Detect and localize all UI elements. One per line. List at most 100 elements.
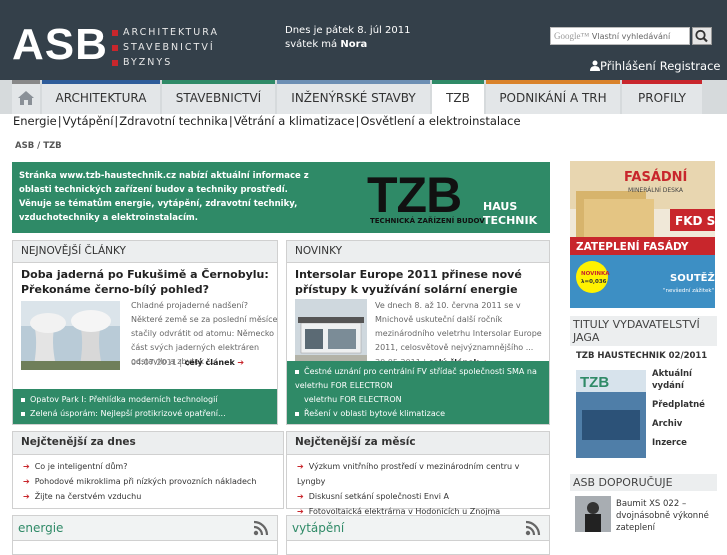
journal-link[interactable]: Inzerce	[652, 437, 716, 449]
tab-architektura[interactable]: ARCHITEKTURA	[42, 80, 160, 114]
svg-text:"nevšední zážitek": "nevšední zážitek"	[663, 287, 714, 294]
tab-stavebnictvi[interactable]: STAVEBNICTVÍ	[162, 80, 275, 114]
most-read-month: Nejčtenější za měsíc ➔ Výzkum vnitřního p…	[286, 431, 550, 516]
account-links: Přihlášení Registrace	[590, 59, 724, 73]
svg-text:HAUS: HAUS	[483, 200, 517, 213]
news-link-continuation: veletrhu FOR ELECTRON	[304, 395, 402, 404]
news-link[interactable]: veletrhu FOR ELECTRON	[287, 393, 549, 407]
site-logo[interactable]: ASB	[12, 20, 108, 70]
recommend-item[interactable]: Baumit XS 022 – dvojnásobně výkonné zate…	[570, 496, 717, 536]
energy-heading[interactable]: energie	[13, 516, 277, 541]
home-icon	[18, 91, 34, 105]
tab-podnikani-a-trh[interactable]: PODNIKÁNÍ A TRH	[486, 80, 620, 114]
journal-link[interactable]: Aktuální vydání	[652, 368, 716, 392]
tab-inzenyrske-stavby[interactable]: INŽENÝRSKÉ STAVBY	[277, 80, 430, 114]
news-article-excerpt: Ve dnech 8. až 10. června 2011 se v Mnic…	[375, 301, 542, 352]
news-article-title[interactable]: Intersolar Europe 2011 přinese nové přís…	[295, 267, 545, 297]
sub-nav: Energie|Vytápění|Zdravotní technika|Větr…	[0, 114, 727, 130]
today-item[interactable]: ➔ Pohodové mikroklima při nízkých provozn…	[13, 474, 283, 489]
svg-text:λ=0,036: λ=0,036	[581, 279, 607, 285]
today-item[interactable]: ➔ Co je inteligentní dům?	[13, 459, 283, 474]
journal-links: Aktuální vydání Předplatné Archiv Inzerc…	[652, 368, 716, 449]
svg-text:MINERÁLNÍ DESKA: MINERÁLNÍ DESKA	[628, 187, 684, 194]
search-placeholder: Vlastní vyhledávání	[591, 32, 671, 41]
latest-link[interactable]: Zelená úsporám: Nejlepší protikrizové op…	[13, 407, 277, 421]
month-list: ➔ Výzkum vnitřního prostředí v mezinárodn…	[287, 455, 549, 519]
month-heading: Nejčtenější za měsíc	[287, 432, 549, 455]
latest-link[interactable]: Opatov Park I: Přehlídka moderních techn…	[13, 393, 277, 407]
latest-article-meta: 04.07.2011 | celý článek ➔	[131, 358, 245, 367]
search-input[interactable]: Google™ Vlastní vyhledávání	[550, 27, 690, 45]
month-item[interactable]: ➔ Výzkum vnitřního prostředí v mezinárodn…	[287, 459, 549, 489]
site-tagline: ARCHITEKTURA STAVEBNICTVÍ BYZNYS	[112, 25, 219, 70]
svg-text:FKD S: FKD S	[675, 214, 715, 228]
latest-articles: NEJNOVĚJŠÍ ČLÁNKY Doba jaderná po Fukuši…	[12, 240, 278, 425]
news-heading: NOVINKY	[287, 241, 549, 263]
journal-block: TZB Aktuální vydání Předplatné Archiv In…	[570, 362, 717, 458]
recommend-thumb[interactable]	[575, 496, 611, 532]
journal-link[interactable]: Archiv	[652, 418, 716, 430]
tab-profily[interactable]: PROFILY	[622, 80, 702, 114]
svg-text:NOVINKA: NOVINKA	[581, 271, 610, 277]
main-nav: ARCHITEKTURA STAVEBNICTVÍ INŽENÝRSKÉ STA…	[0, 80, 727, 118]
heating-heading[interactable]: vytápění	[287, 516, 549, 541]
site-header: ASB ARCHITEKTURA STAVEBNICTVÍ BYZNYS Dne…	[0, 0, 727, 80]
subnav-vetrani[interactable]: Větrání a klimatizace	[234, 114, 355, 128]
svg-text:SOUTĚŽ: SOUTĚŽ	[670, 271, 715, 284]
subnav-osvetleni[interactable]: Osvětlení a elektroinstalace	[360, 114, 520, 128]
subnav-zdravotni-technika[interactable]: Zdravotní technika	[119, 114, 228, 128]
most-read-today: Nejčtenější za dnes ➔ Co je inteligentní …	[12, 431, 284, 509]
nameday-line: svátek má Nora	[285, 39, 368, 50]
journal-issue[interactable]: TZB HAUSTECHNIK 02/2011	[576, 350, 717, 362]
svg-text:TECHNIK: TECHNIK	[483, 214, 538, 227]
tab-tzb[interactable]: TZB	[432, 80, 484, 118]
news-link[interactable]: Čestné uznání pro centrální FV střídač s…	[287, 365, 549, 393]
news-links: Čestné uznání pro centrální FV střídač s…	[287, 361, 549, 424]
login-link[interactable]: Přihlášení	[600, 59, 656, 73]
recommend-heading: ASB DOPORUČUJE	[570, 474, 717, 491]
recommend-text[interactable]: Baumit XS 022 – dvojnásobně výkonné zate…	[616, 498, 716, 534]
tzb-haustechnik-logo[interactable]: TZB TECHNICKÁ ZAŘÍZENÍ BUDOV HAUS TECHNI…	[367, 167, 545, 228]
latest-article-title[interactable]: Doba jaderná po Fukušimě a Černobylu: Př…	[21, 267, 271, 297]
nameday-name: Nora	[340, 39, 368, 50]
search-icon	[695, 29, 708, 43]
svg-text:TECHNICKÁ ZAŘÍZENÍ BUDOV: TECHNICKÁ ZAŘÍZENÍ BUDOV	[370, 216, 485, 225]
energy-feed: energie	[12, 515, 278, 555]
today-list: ➔ Co je inteligentní dům? ➔ Pohodové mikro…	[13, 455, 283, 504]
journal-heading: TITULY VYDAVATELSTVÍ JAGA	[570, 316, 717, 346]
user-icon	[590, 60, 600, 71]
tagline-line: BYZNYS	[112, 55, 219, 70]
today-heading: Nejčtenější za dnes	[13, 432, 283, 455]
latest-heading: NEJNOVĚJŠÍ ČLÁNKY	[13, 241, 277, 263]
banner-text: Stránka www.tzb-haustechnik.cz nabízí ak…	[19, 171, 309, 223]
news-link[interactable]: Řešení v oblasti bytové klimatizace	[287, 407, 549, 421]
subnav-vytapeni[interactable]: Vytápění	[63, 114, 114, 128]
breadcrumb[interactable]: ASB / TZB	[15, 141, 62, 151]
latest-article-image[interactable]	[21, 301, 120, 370]
rss-icon[interactable]	[525, 520, 541, 536]
news-box: NOVINKY Intersolar Europe 2011 přinese n…	[286, 240, 550, 425]
journal-link[interactable]: Předplatné	[652, 399, 716, 411]
fasadni-ad-banner[interactable]: FASÁDNÍ MINERÁLNÍ DESKA FKD S ZATEPLENÍ …	[570, 161, 715, 308]
svg-text:FASÁDNÍ: FASÁDNÍ	[624, 169, 688, 185]
journal-cover[interactable]: TZB	[576, 370, 646, 458]
month-item[interactable]: ➔ Diskusní setkání společnosti Envi A	[287, 489, 549, 504]
search-button[interactable]	[692, 27, 712, 45]
today-item[interactable]: ➔ Žijte na čerstvém vzduchu	[13, 489, 283, 504]
svg-text:ZATEPLENÍ FASÁDY: ZATEPLENÍ FASÁDY	[576, 240, 689, 253]
section-banner: Stránka www.tzb-haustechnik.cz nabízí ak…	[12, 162, 550, 233]
subnav-energie[interactable]: Energie	[13, 114, 57, 128]
tab-home[interactable]	[12, 80, 40, 114]
register-link[interactable]: Registrace	[660, 59, 721, 73]
rss-icon[interactable]	[253, 520, 269, 536]
google-brand: Google™	[554, 31, 590, 41]
svg-text:TZB: TZB	[367, 168, 461, 223]
latest-links: Opatov Park I: Přehlídka moderních techn…	[13, 389, 277, 424]
tagline-line: ARCHITEKTURA	[112, 25, 219, 40]
heating-feed: vytápění	[286, 515, 550, 555]
read-more-link[interactable]: celý článek	[185, 358, 235, 367]
right-sidebar: FASÁDNÍ MINERÁLNÍ DESKA FKD S ZATEPLENÍ …	[570, 161, 717, 536]
tagline-line: STAVEBNICTVÍ	[112, 40, 219, 55]
date-info: Dnes je pátek 8. júl 2011 svátek má Nora	[285, 24, 410, 52]
svg-text:TZB: TZB	[580, 374, 609, 391]
